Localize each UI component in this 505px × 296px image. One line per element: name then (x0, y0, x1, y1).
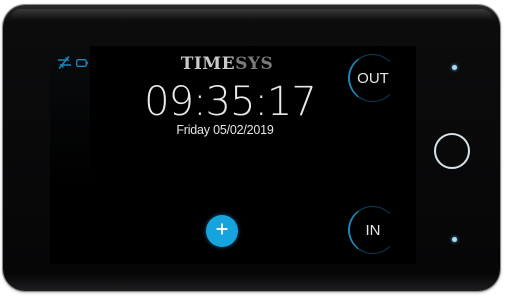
clock-out-button[interactable]: OUT (348, 54, 397, 102)
battery-icon (76, 58, 88, 67)
clock-date: Friday 05/02/2019 (176, 123, 274, 137)
add-button[interactable] (206, 215, 238, 247)
clock-out-label: OUT (357, 69, 389, 87)
status-bar (56, 55, 88, 70)
home-button[interactable] (434, 133, 470, 169)
clock-in-button[interactable]: IN (348, 206, 397, 254)
clock-time: 09:35:17 (144, 79, 317, 125)
brand-logo-part2: SYS (235, 54, 274, 74)
indicator-light-top (452, 65, 457, 70)
sync-disabled-icon (56, 55, 73, 70)
brand-logo: TIMESYS (172, 54, 282, 74)
clock-in-label: IN (365, 221, 381, 239)
plus-icon (215, 222, 229, 241)
brand-logo-part1: TIME (180, 54, 236, 74)
indicator-light-bottom (452, 237, 457, 242)
bezel-highlight (11, 9, 492, 19)
